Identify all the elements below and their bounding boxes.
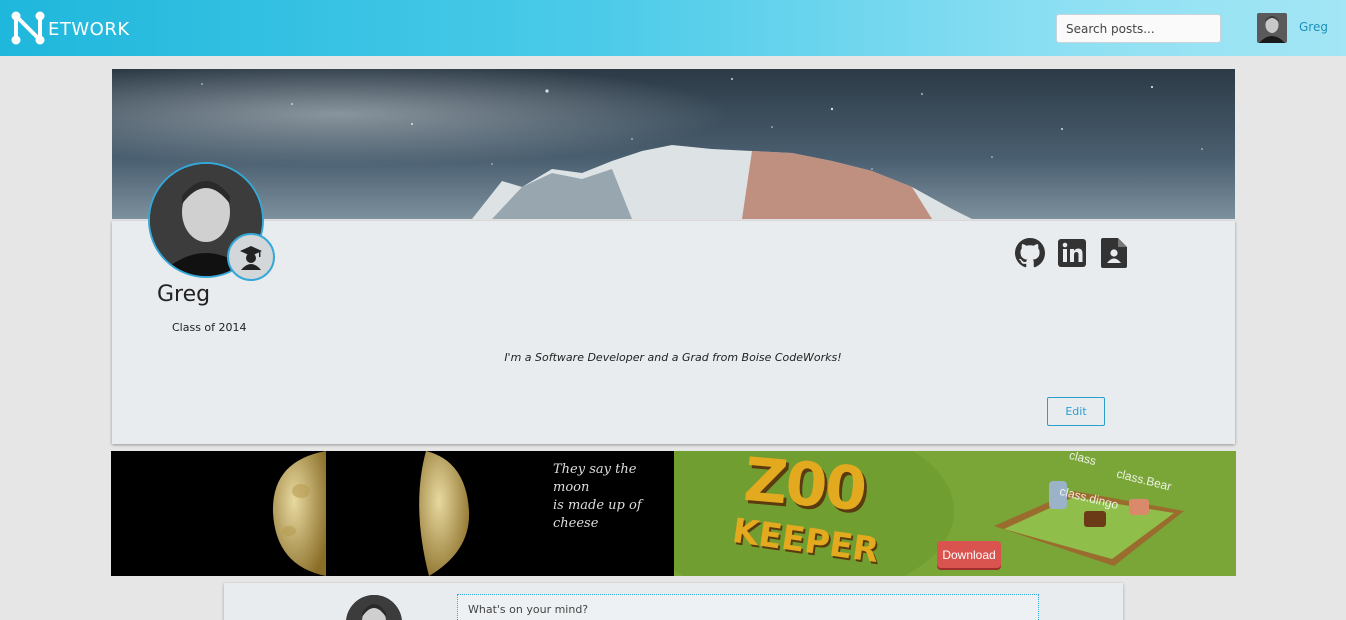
linkedin-icon <box>1058 239 1086 267</box>
post-composer-input[interactable] <box>457 594 1039 620</box>
brand-text: ETWORK <box>48 18 130 40</box>
nav-avatar[interactable] <box>1257 13 1287 43</box>
resume-icon <box>1101 238 1127 268</box>
ad-banner-zookeeper[interactable]: Z00 KEEPER Download class.Bear class.din… <box>674 451 1236 576</box>
github-icon <box>1015 238 1045 268</box>
graduate-badge <box>227 233 275 281</box>
resume-link[interactable] <box>1098 237 1130 269</box>
search-input[interactable] <box>1056 14 1221 43</box>
linkedin-link[interactable] <box>1056 237 1088 269</box>
nav-user-link[interactable]: Greg <box>1299 20 1328 34</box>
navbar: ETWORK Greg <box>0 0 1346 56</box>
github-link[interactable] <box>1014 237 1046 269</box>
graduate-icon <box>240 246 262 270</box>
brand-logo[interactable]: ETWORK <box>10 10 130 46</box>
class-of-label: Class of 2014 <box>172 321 247 334</box>
edit-profile-button[interactable]: Edit <box>1047 397 1105 426</box>
profile-name: Greg <box>157 282 211 307</box>
ad-banner-moon[interactable]: They say the moon is made up of cheese <box>111 451 674 576</box>
network-logo-icon <box>11 11 45 45</box>
cover-image <box>112 69 1235 219</box>
profile-bio: I'm a Software Developer and a Grad from… <box>504 351 842 364</box>
zookeeper-download-button[interactable]: Download <box>937 541 1001 568</box>
moon-ad-text: They say the moon is made up of cheese <box>553 462 642 531</box>
zookeeper-title-top: Z00 <box>741 451 868 526</box>
